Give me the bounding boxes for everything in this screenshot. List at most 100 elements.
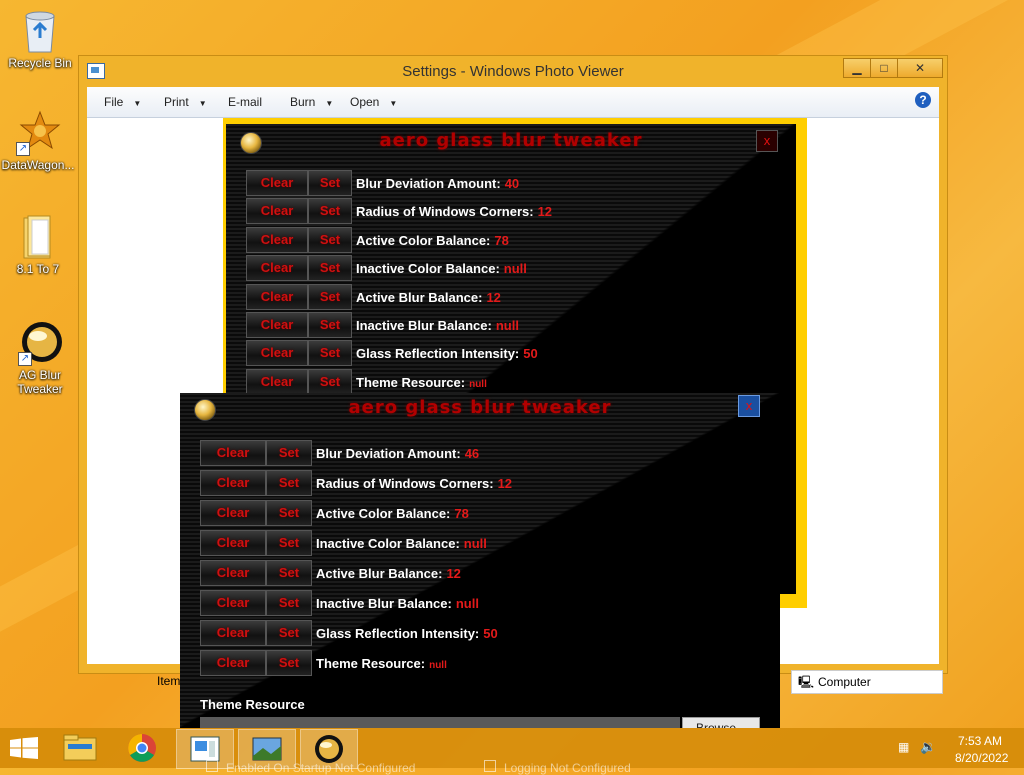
checkbox [484,760,496,772]
setting-label: Theme Resource: null [356,375,487,390]
clear-button[interactable]: Clear [246,340,308,367]
clear-button[interactable]: Clear [246,255,308,282]
maximize-button[interactable]: □ [870,58,898,78]
menu-file[interactable]: File ▼ [104,95,141,109]
menu-print[interactable]: Print ▼ [164,95,207,109]
setting-row: Clear Set Inactive Color Balance: null [246,255,666,282]
close-button[interactable]: ✕ [897,58,943,78]
recycle-bin-icon [20,8,60,53]
set-button[interactable]: Set [266,590,312,616]
volume-icon[interactable]: 🔉 [920,739,936,755]
setting-label-text: Inactive Blur Balance: [316,596,452,611]
clear-button[interactable]: Clear [246,312,308,338]
clear-button[interactable]: Clear [246,170,308,196]
set-button[interactable]: Set [266,560,312,586]
setting-row: Clear Set Blur Deviation Amount: 40 [246,170,666,196]
setting-row: Clear Set Active Color Balance: 78 [246,226,666,253]
setting-label: Blur Deviation Amount: 46 [316,446,479,461]
theme-resource-heading: Theme Resource [200,697,305,712]
desktop-icon-label: 8.1 To 7 [16,262,60,276]
set-button[interactable]: Set [308,368,352,395]
setting-label: Glass Reflection Intensity: 50 [316,626,498,641]
taskbar-file-explorer[interactable] [52,729,108,767]
desktop-icon-ag-blur-tweaker[interactable]: ↗ AG Blur Tweaker [2,320,78,396]
setting-label-text: Inactive Color Balance: [356,261,500,277]
setting-row: Clear Set Active Blur Balance: 12 [200,560,620,586]
setting-value: 78 [494,232,509,248]
set-button[interactable]: Set [308,283,352,310]
set-button[interactable]: Set [308,170,352,196]
setting-value: 12 [497,476,513,491]
menu-email[interactable]: E-mail [228,95,262,109]
close-button[interactable]: x [738,395,760,417]
menu-burn[interactable]: Burn ▼ [290,95,333,109]
clear-button[interactable]: Clear [200,650,266,676]
chevron-down-icon: ▼ [325,99,334,108]
clear-button[interactable]: Clear [246,226,308,253]
tweaker-title: aero glass blur tweaker [379,130,643,151]
status-item: Item [157,674,181,688]
set-button[interactable]: Set [266,650,312,676]
status-computer: 🖳 Computer [791,670,943,694]
clear-button[interactable]: Clear [200,440,266,466]
setting-label: Inactive Color Balance: null [316,536,487,551]
setting-label-text: Active Blur Balance: [356,289,483,305]
clear-button[interactable]: Clear [200,560,266,586]
desktop-icon-recycle-bin[interactable]: Recycle Bin [2,8,78,70]
setting-row: Clear Set Active Color Balance: 78 [200,500,620,526]
chevron-down-icon: ▼ [198,99,207,108]
help-icon[interactable]: ? [915,92,931,108]
clear-button[interactable]: Clear [200,500,266,526]
setting-value: 12 [446,566,461,581]
close-button[interactable]: x [756,130,778,152]
setting-label: Inactive Blur Balance: null [316,596,479,611]
clear-button[interactable]: Clear [246,368,308,395]
setting-row: Clear Set Radius of Windows Corners: 12 [246,198,666,225]
setting-row: Clear Set Inactive Color Balance: null [200,530,620,556]
network-icon[interactable]: ▦ [898,740,909,754]
setting-value: 12 [486,289,501,305]
setting-row: Clear Set Glass Reflection Intensity: 50 [246,340,666,367]
theme-resource-field[interactable] [200,717,680,728]
desktop-icon-label: Recycle Bin [8,56,72,70]
set-button[interactable]: Set [266,530,312,556]
setting-label-text: Theme Resource: [356,374,466,390]
set-button[interactable]: Set [266,440,312,466]
browse-button[interactable]: Browse... [682,717,760,728]
setting-value: null [503,261,527,277]
setting-label-text: Blur Deviation Amount: [316,446,461,461]
clear-button[interactable]: Clear [246,198,308,225]
photo-viewer-titlebar[interactable]: Settings - Windows Photo Viewer ▁ □ ✕ [79,56,947,84]
start-button[interactable] [10,737,38,759]
clear-button[interactable]: Clear [246,283,308,310]
minimize-button[interactable]: ▁ [843,58,871,78]
setting-label-text: Active Blur Balance: [316,566,443,581]
desktop-icon-datawagon[interactable]: ↗ DataWagon... [0,110,76,172]
clear-button[interactable]: Clear [200,470,266,496]
clock-time[interactable]: 7:53 AM [958,734,1002,748]
set-button[interactable]: Set [308,255,352,282]
setting-label: Active Blur Balance: 12 [356,290,501,305]
shortcut-arrow-icon: ↗ [16,142,30,156]
set-button[interactable]: Set [266,500,312,526]
chrome-icon [128,734,156,762]
set-button[interactable]: Set [266,470,312,496]
set-button[interactable]: Set [308,226,352,253]
menu-open[interactable]: Open ▼ [350,95,397,109]
setting-label-text: Glass Reflection Intensity: [356,346,520,362]
setting-value: null [463,536,487,551]
desktop-icon-folder[interactable]: 8.1 To 7 [0,214,76,276]
clock-date[interactable]: 8/20/2022 [955,751,1008,765]
clear-button[interactable]: Clear [200,530,266,556]
clear-button[interactable]: Clear [200,590,266,616]
setting-value: null [455,596,479,611]
setting-label-text: Glass Reflection Intensity: [316,626,480,641]
taskbar-chrome[interactable] [114,729,170,767]
set-button[interactable]: Set [266,620,312,646]
set-button[interactable]: Set [308,312,352,338]
setting-label: Inactive Color Balance: null [356,261,527,276]
clear-button[interactable]: Clear [200,620,266,646]
set-button[interactable]: Set [308,198,352,225]
setting-label-text: Blur Deviation Amount: [356,176,501,191]
set-button[interactable]: Set [308,340,352,367]
